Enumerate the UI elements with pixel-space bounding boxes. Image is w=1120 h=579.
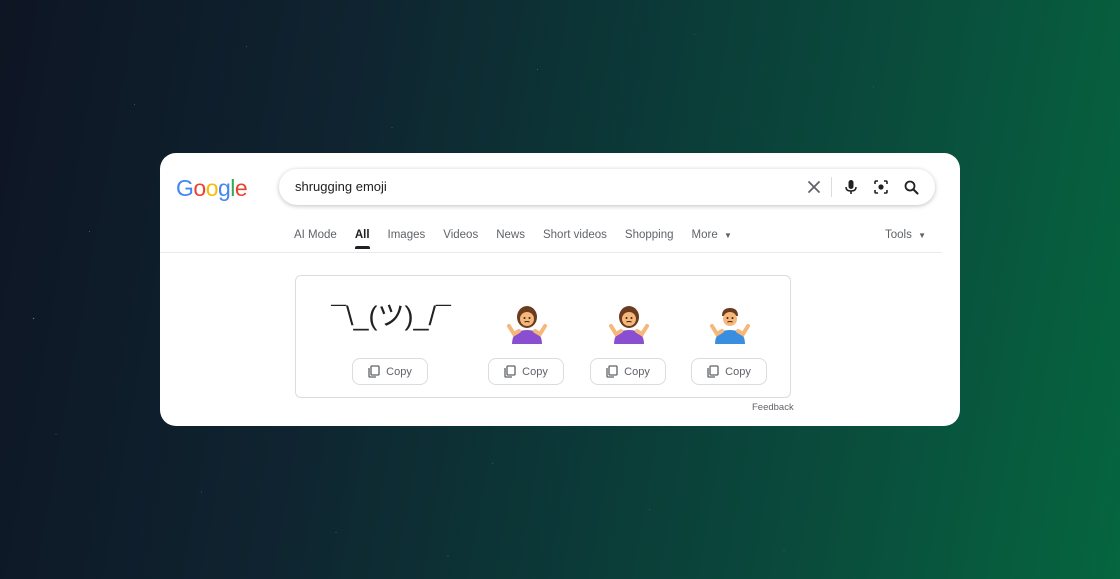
emoji-item: Copy (488, 276, 598, 397)
emoji-results-panel: ¯\_(ツ)_/¯ Copy Copy Copy Copy (295, 275, 791, 398)
search-card: Google shrugging emoji AI Mode All Image… (160, 153, 960, 426)
tab-ai-mode[interactable]: AI Mode (294, 229, 337, 249)
copy-button[interactable]: Copy (590, 358, 666, 385)
tabs-divider (160, 252, 942, 253)
mic-icon[interactable] (841, 177, 861, 197)
logo-letter: o (205, 175, 219, 201)
tab-all[interactable]: All (354, 229, 370, 249)
emoji-item: ¯\_(ツ)_/¯ Copy (296, 276, 486, 397)
shrug-kaomoji: ¯\_(ツ)_/¯ (331, 301, 451, 331)
person-shrugging-female-emoji (609, 306, 649, 344)
tools-menu[interactable]: Tools ▼ (885, 229, 926, 241)
tab-shopping[interactable]: Shopping (625, 229, 674, 249)
search-divider (831, 177, 832, 197)
caret-down-icon: ▼ (918, 231, 926, 240)
google-logo[interactable]: Google (176, 175, 248, 202)
tab-more[interactable]: More ▼ (692, 229, 732, 249)
copy-label: Copy (386, 365, 412, 378)
tab-videos[interactable]: Videos (443, 229, 478, 249)
emoji-item: Copy (590, 276, 700, 397)
search-query[interactable]: shrugging emoji (295, 179, 387, 194)
tools-label: Tools (885, 229, 912, 241)
copy-button[interactable]: Copy (691, 358, 767, 385)
copy-label: Copy (725, 365, 751, 378)
copy-icon (368, 365, 380, 378)
tab-short-videos[interactable]: Short videos (543, 229, 607, 249)
copy-icon (707, 365, 719, 378)
search-icon[interactable] (901, 177, 921, 197)
copy-button[interactable]: Copy (488, 358, 564, 385)
person-shrugging-female-emoji (507, 306, 547, 344)
caret-down-icon: ▼ (723, 231, 732, 240)
copy-label: Copy (624, 365, 650, 378)
emoji-item: Copy (691, 276, 801, 397)
logo-letter: e (234, 175, 248, 201)
camera-lens-icon[interactable] (871, 177, 891, 197)
copy-icon (504, 365, 516, 378)
copy-icon (606, 365, 618, 378)
tab-more-label: More (691, 229, 718, 241)
logo-letter: g (217, 175, 231, 201)
feedback-link[interactable]: Feedback (752, 402, 794, 413)
tab-images[interactable]: Images (388, 229, 426, 249)
logo-letter: o (193, 175, 206, 201)
logo-letter: G (176, 175, 194, 201)
search-tabs: AI Mode All Images Videos News Short vid… (294, 229, 750, 249)
close-icon[interactable] (804, 177, 824, 197)
search-input[interactable]: shrugging emoji (279, 169, 935, 205)
person-shrugging-male-emoji (710, 308, 750, 344)
copy-label: Copy (522, 365, 548, 378)
copy-button[interactable]: Copy (352, 358, 428, 385)
tab-news[interactable]: News (496, 229, 525, 249)
